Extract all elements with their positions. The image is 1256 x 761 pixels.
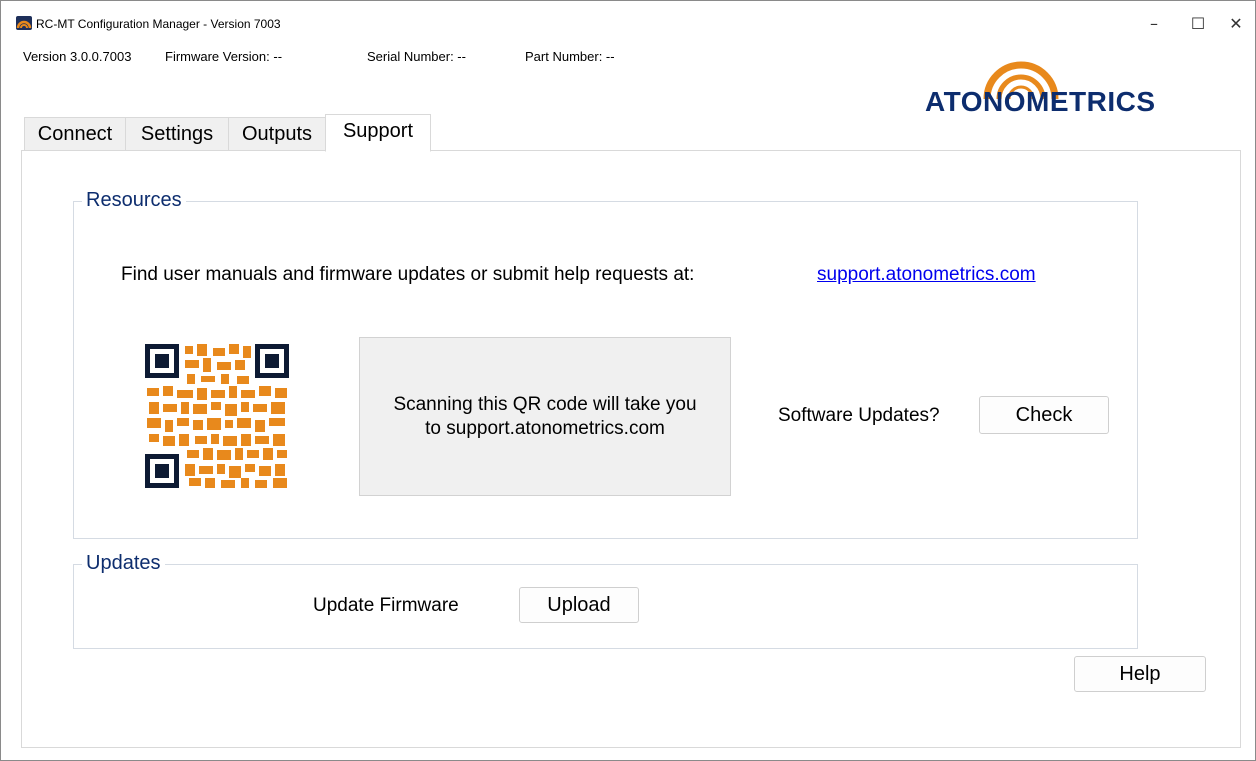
minimize-button[interactable]: – — [1131, 9, 1177, 39]
check-button[interactable]: Check — [979, 396, 1109, 434]
version-label: Version 3.0.0.7003 — [23, 49, 132, 64]
tab-connect[interactable]: Connect — [24, 117, 126, 151]
qr-caption-line2: to support.atonometrics.com — [425, 417, 665, 439]
tab-settings[interactable]: Settings — [125, 117, 229, 151]
part-number-label: Part Number: -- — [525, 49, 615, 64]
logo-text: ATONOMETRICS — [925, 86, 1156, 117]
updates-group-title: Updates — [82, 552, 165, 575]
resources-description: Find user manuals and firmware updates o… — [121, 264, 695, 285]
app-logo-icon — [16, 16, 32, 30]
upload-button[interactable]: Upload — [519, 587, 639, 623]
qr-code-icon — [145, 344, 289, 488]
close-button[interactable]: ✕ — [1213, 9, 1256, 39]
update-firmware-label: Update Firmware — [313, 595, 459, 616]
firmware-version-label: Firmware Version: -- — [165, 49, 283, 64]
window-title: RC-MT Configuration Manager - Version 70… — [36, 17, 281, 31]
atonometrics-logo: ATONOMETRICS — [925, 59, 1165, 117]
support-link[interactable]: support.atonometrics.com — [817, 264, 1036, 286]
software-updates-label: Software Updates? — [778, 405, 940, 426]
resources-group-title: Resources — [82, 189, 186, 212]
app-window: RC-MT Configuration Manager - Version 70… — [0, 0, 1256, 761]
qr-caption-box: Scanning this QR code will take you to s… — [359, 337, 731, 496]
tab-support[interactable]: Support — [325, 114, 431, 152]
title-bar[interactable]: RC-MT Configuration Manager - Version 70… — [1, 1, 1255, 41]
help-button[interactable]: Help — [1074, 656, 1206, 692]
serial-number-label: Serial Number: -- — [367, 49, 466, 64]
tab-outputs[interactable]: Outputs — [228, 117, 326, 151]
qr-caption-line1: Scanning this QR code will take you — [393, 393, 697, 415]
